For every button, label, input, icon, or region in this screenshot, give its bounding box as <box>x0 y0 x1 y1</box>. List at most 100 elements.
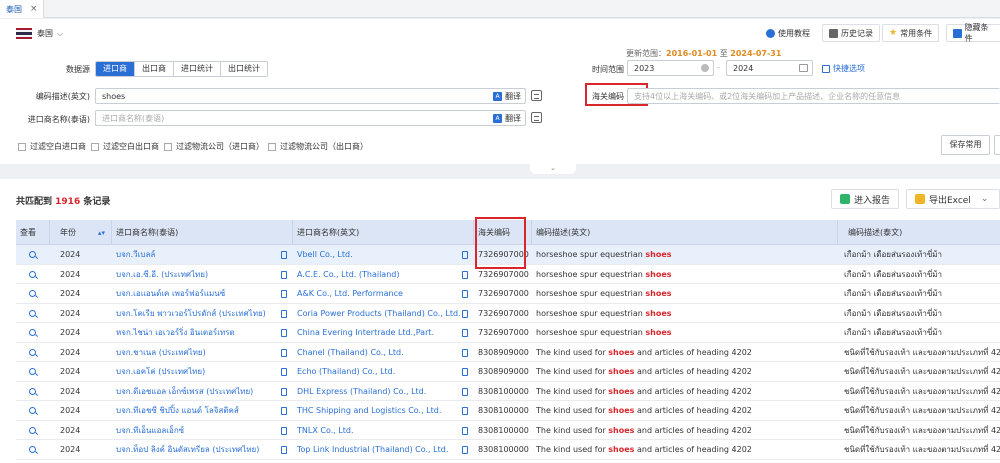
copy-icon[interactable] <box>462 426 468 435</box>
copy-icon[interactable] <box>281 407 287 415</box>
copy-icon[interactable] <box>281 368 287 376</box>
copy-icon[interactable] <box>462 309 468 318</box>
copy-icon[interactable] <box>281 446 287 454</box>
importer-en-cell[interactable]: A.C.E. Co., Ltd. (Thailand) <box>293 265 474 284</box>
datasource-option[interactable]: 出口商 <box>135 62 174 76</box>
search-icon[interactable] <box>29 426 36 434</box>
importer-en-cell[interactable]: Echo (Thailand) Co., Ltd. <box>293 362 474 381</box>
filter-blank-exporter[interactable]: 过滤空白出口商 <box>91 141 159 152</box>
copy-icon[interactable] <box>281 329 287 337</box>
list-icon[interactable] <box>531 90 542 101</box>
copy-icon[interactable] <box>462 368 468 376</box>
hscode-input[interactable]: 支持4位以上海关编码、或2位海关编码加上产品描述、企业名称的任意信息 <box>627 88 1000 104</box>
importer-th-text[interactable]: บจก.เอ.ซี.อี. (ประเทศไทย) <box>116 268 208 281</box>
search-icon[interactable] <box>29 348 36 356</box>
importer-th-cell[interactable]: บจก.เอคโค่ (ประเทศไทย) <box>112 362 293 381</box>
export-excel-button[interactable]: 导出Excel ⌄ <box>906 189 1000 209</box>
importer-en-text[interactable]: THC Shipping and Logistics Co., Ltd. <box>297 406 441 415</box>
importer-th-text[interactable]: บจก.เอแอนด์เค เพอร์ฟอร์แมนซ์ <box>116 287 225 300</box>
view-cell[interactable] <box>16 304 50 323</box>
filter-logistics-exporter[interactable]: 过滤物流公司（出口商） <box>268 141 368 152</box>
importer-th-cell[interactable]: บจก.เอ.ซี.อี. (ประเทศไทย) <box>112 265 293 284</box>
close-icon[interactable]: × <box>30 4 38 14</box>
importer-th-cell[interactable]: บจก.โคเรีย พาวเวอร์โปรดักส์ (ประเทศไทย) <box>112 304 293 323</box>
copy-icon[interactable] <box>281 290 287 298</box>
save-common-button[interactable]: 保存常用 <box>941 135 990 155</box>
checkbox[interactable] <box>268 142 276 151</box>
filter-logistics-importer[interactable]: 过滤物流公司（进口商） <box>164 141 264 152</box>
importer-en-text[interactable]: China Evering Intertrade Ltd.,Part. <box>297 328 434 337</box>
importer-th-text[interactable]: บจก.เอคโค่ (ประเทศไทย) <box>116 365 205 378</box>
importer-en-text[interactable]: DHL Express (Thailand) Co., Ltd. <box>297 387 426 396</box>
importer-en-cell[interactable]: THC Shipping and Logistics Co., Ltd. <box>293 401 474 420</box>
search-icon[interactable] <box>29 290 36 297</box>
importer-th-cell[interactable]: บจก.ท็อป ลิงค์ อินดัสเทรียล (ประเทศไทย) <box>112 440 293 459</box>
table-row[interactable]: 2024 บจก.ชาเนล (ประเทศไทย) Chanel (Thailan… <box>16 343 1000 362</box>
view-cell[interactable] <box>16 421 50 440</box>
datasource-option[interactable]: 进口商 <box>96 62 135 76</box>
importer-th-text[interactable]: บจก.ดีเอชแอล เอ็กซ์เพรส (ประเทศไทย) <box>116 385 253 398</box>
view-cell[interactable] <box>16 382 50 401</box>
search-icon[interactable] <box>29 309 36 317</box>
importer-th-cell[interactable]: บจก.ชาเนล (ประเทศไทย) <box>112 343 293 362</box>
time-from-input[interactable]: 2023 <box>627 60 714 76</box>
importer-th-cell[interactable]: บจก.ทีเอชซี ชิปปิ้ง แอนด์ โลจิสติคส์ <box>112 401 293 420</box>
importer-th-text[interactable]: บจก.ชาเนล (ประเทศไทย) <box>116 346 206 359</box>
view-cell[interactable] <box>16 401 50 420</box>
tab-thailand[interactable]: 泰国 × <box>0 0 44 18</box>
copy-icon[interactable] <box>462 251 468 259</box>
tutorial-button[interactable]: 使用教程 <box>760 24 816 42</box>
importer-th-text[interactable]: บจก.ทีเอ็นแอลเอ็กซ์ <box>116 424 184 437</box>
search-icon[interactable] <box>29 368 36 375</box>
importer-en-text[interactable]: A.C.E. Co., Ltd. (Thailand) <box>297 270 399 279</box>
search-icon[interactable] <box>29 270 36 278</box>
calendar-icon[interactable] <box>799 64 808 72</box>
copy-icon[interactable] <box>281 426 287 435</box>
copy-icon[interactable] <box>281 387 287 396</box>
quick-options-link[interactable]: 快捷选项 <box>822 63 865 74</box>
copy-icon[interactable] <box>281 270 287 279</box>
importer-th-cell[interactable]: บจก.ดีเอชแอล เอ็กซ์เพรส (ประเทศไทย) <box>112 382 293 401</box>
table-row[interactable]: 2024 บจก.โคเรีย พาวเวอร์โปรดักส์ (ประเทศไ… <box>16 304 1000 323</box>
search-icon[interactable] <box>29 387 36 395</box>
importer-th-text[interactable]: หจก.ไชน่า เอเวอร์ริ่ง อินเตอร์เทรด <box>116 326 235 339</box>
copy-icon[interactable] <box>462 407 468 415</box>
common-conditions-button[interactable]: ★ 常用条件 <box>882 24 940 42</box>
importer-en-text[interactable]: Vbell Co., Ltd. <box>297 250 353 259</box>
chevron-down-icon[interactable]: ⌄ <box>981 194 989 204</box>
copy-icon[interactable] <box>462 348 468 357</box>
copy-icon[interactable] <box>462 270 468 279</box>
more-button[interactable] <box>994 135 1000 155</box>
importer-en-text[interactable]: Echo (Thailand) Co., Ltd. <box>297 367 395 376</box>
copy-icon[interactable] <box>462 290 468 298</box>
checkbox[interactable] <box>164 142 172 151</box>
importer-en-cell[interactable]: Top Link Industrial (Thailand) Co., Ltd. <box>293 440 474 459</box>
desc-en-input[interactable]: shoes A 翻译 <box>95 88 526 104</box>
table-row[interactable]: 2024 บจก.ท็อป ลิงค์ อินดัสเทรียล (ประเทศไ… <box>16 440 1000 460</box>
sort-icon[interactable]: ▴▾ <box>98 229 105 237</box>
importer-en-text[interactable]: Top Link Industrial (Thailand) Co., Ltd. <box>297 445 448 454</box>
copy-icon[interactable] <box>462 387 468 396</box>
view-cell[interactable] <box>16 284 50 303</box>
importer-en-cell[interactable]: Vbell Co., Ltd. <box>293 245 474 264</box>
checkbox[interactable] <box>18 142 26 151</box>
table-row[interactable]: 2024 หจก.ไชน่า เอเวอร์ริ่ง อินเตอร์เทรด Ch… <box>16 323 1000 343</box>
importer-th-input[interactable]: 进口商名称(泰语) A 翻译 <box>95 110 526 126</box>
table-row[interactable]: 2024 บจก.ทีเอ็นแอลเอ็กซ์ TNLX Co., Ltd. 830… <box>16 421 1000 440</box>
importer-en-text[interactable]: Coria Power Products (Thailand) Co., Ltd… <box>297 309 461 318</box>
table-row[interactable]: 2024 บจก.ทีเอชซี ชิปปิ้ง แอนด์ โลจิสติคส์… <box>16 401 1000 421</box>
view-cell[interactable] <box>16 343 50 362</box>
importer-en-cell[interactable]: DHL Express (Thailand) Co., Ltd. <box>293 382 474 401</box>
view-cell[interactable] <box>16 323 50 342</box>
importer-en-cell[interactable]: China Evering Intertrade Ltd.,Part. <box>293 323 474 342</box>
importer-th-cell[interactable]: บจก.วีเบลล์ <box>112 245 293 264</box>
copy-icon[interactable] <box>281 309 287 318</box>
history-button[interactable]: 历史记录 <box>822 24 880 42</box>
search-icon[interactable] <box>29 251 36 258</box>
datasource-option[interactable]: 进口统计 <box>174 62 221 76</box>
importer-th-cell[interactable]: บจก.ทีเอ็นแอลเอ็กซ์ <box>112 421 293 440</box>
datasource-option[interactable]: 出口统计 <box>221 62 267 76</box>
importer-en-text[interactable]: A&K Co., Ltd. Performance <box>297 289 403 298</box>
country-selector[interactable]: 泰国 ⌵ <box>37 28 63 39</box>
table-row[interactable]: 2024 บจก.ดีเอชแอล เอ็กซ์เพรส (ประเทศไทย) D… <box>16 382 1000 401</box>
